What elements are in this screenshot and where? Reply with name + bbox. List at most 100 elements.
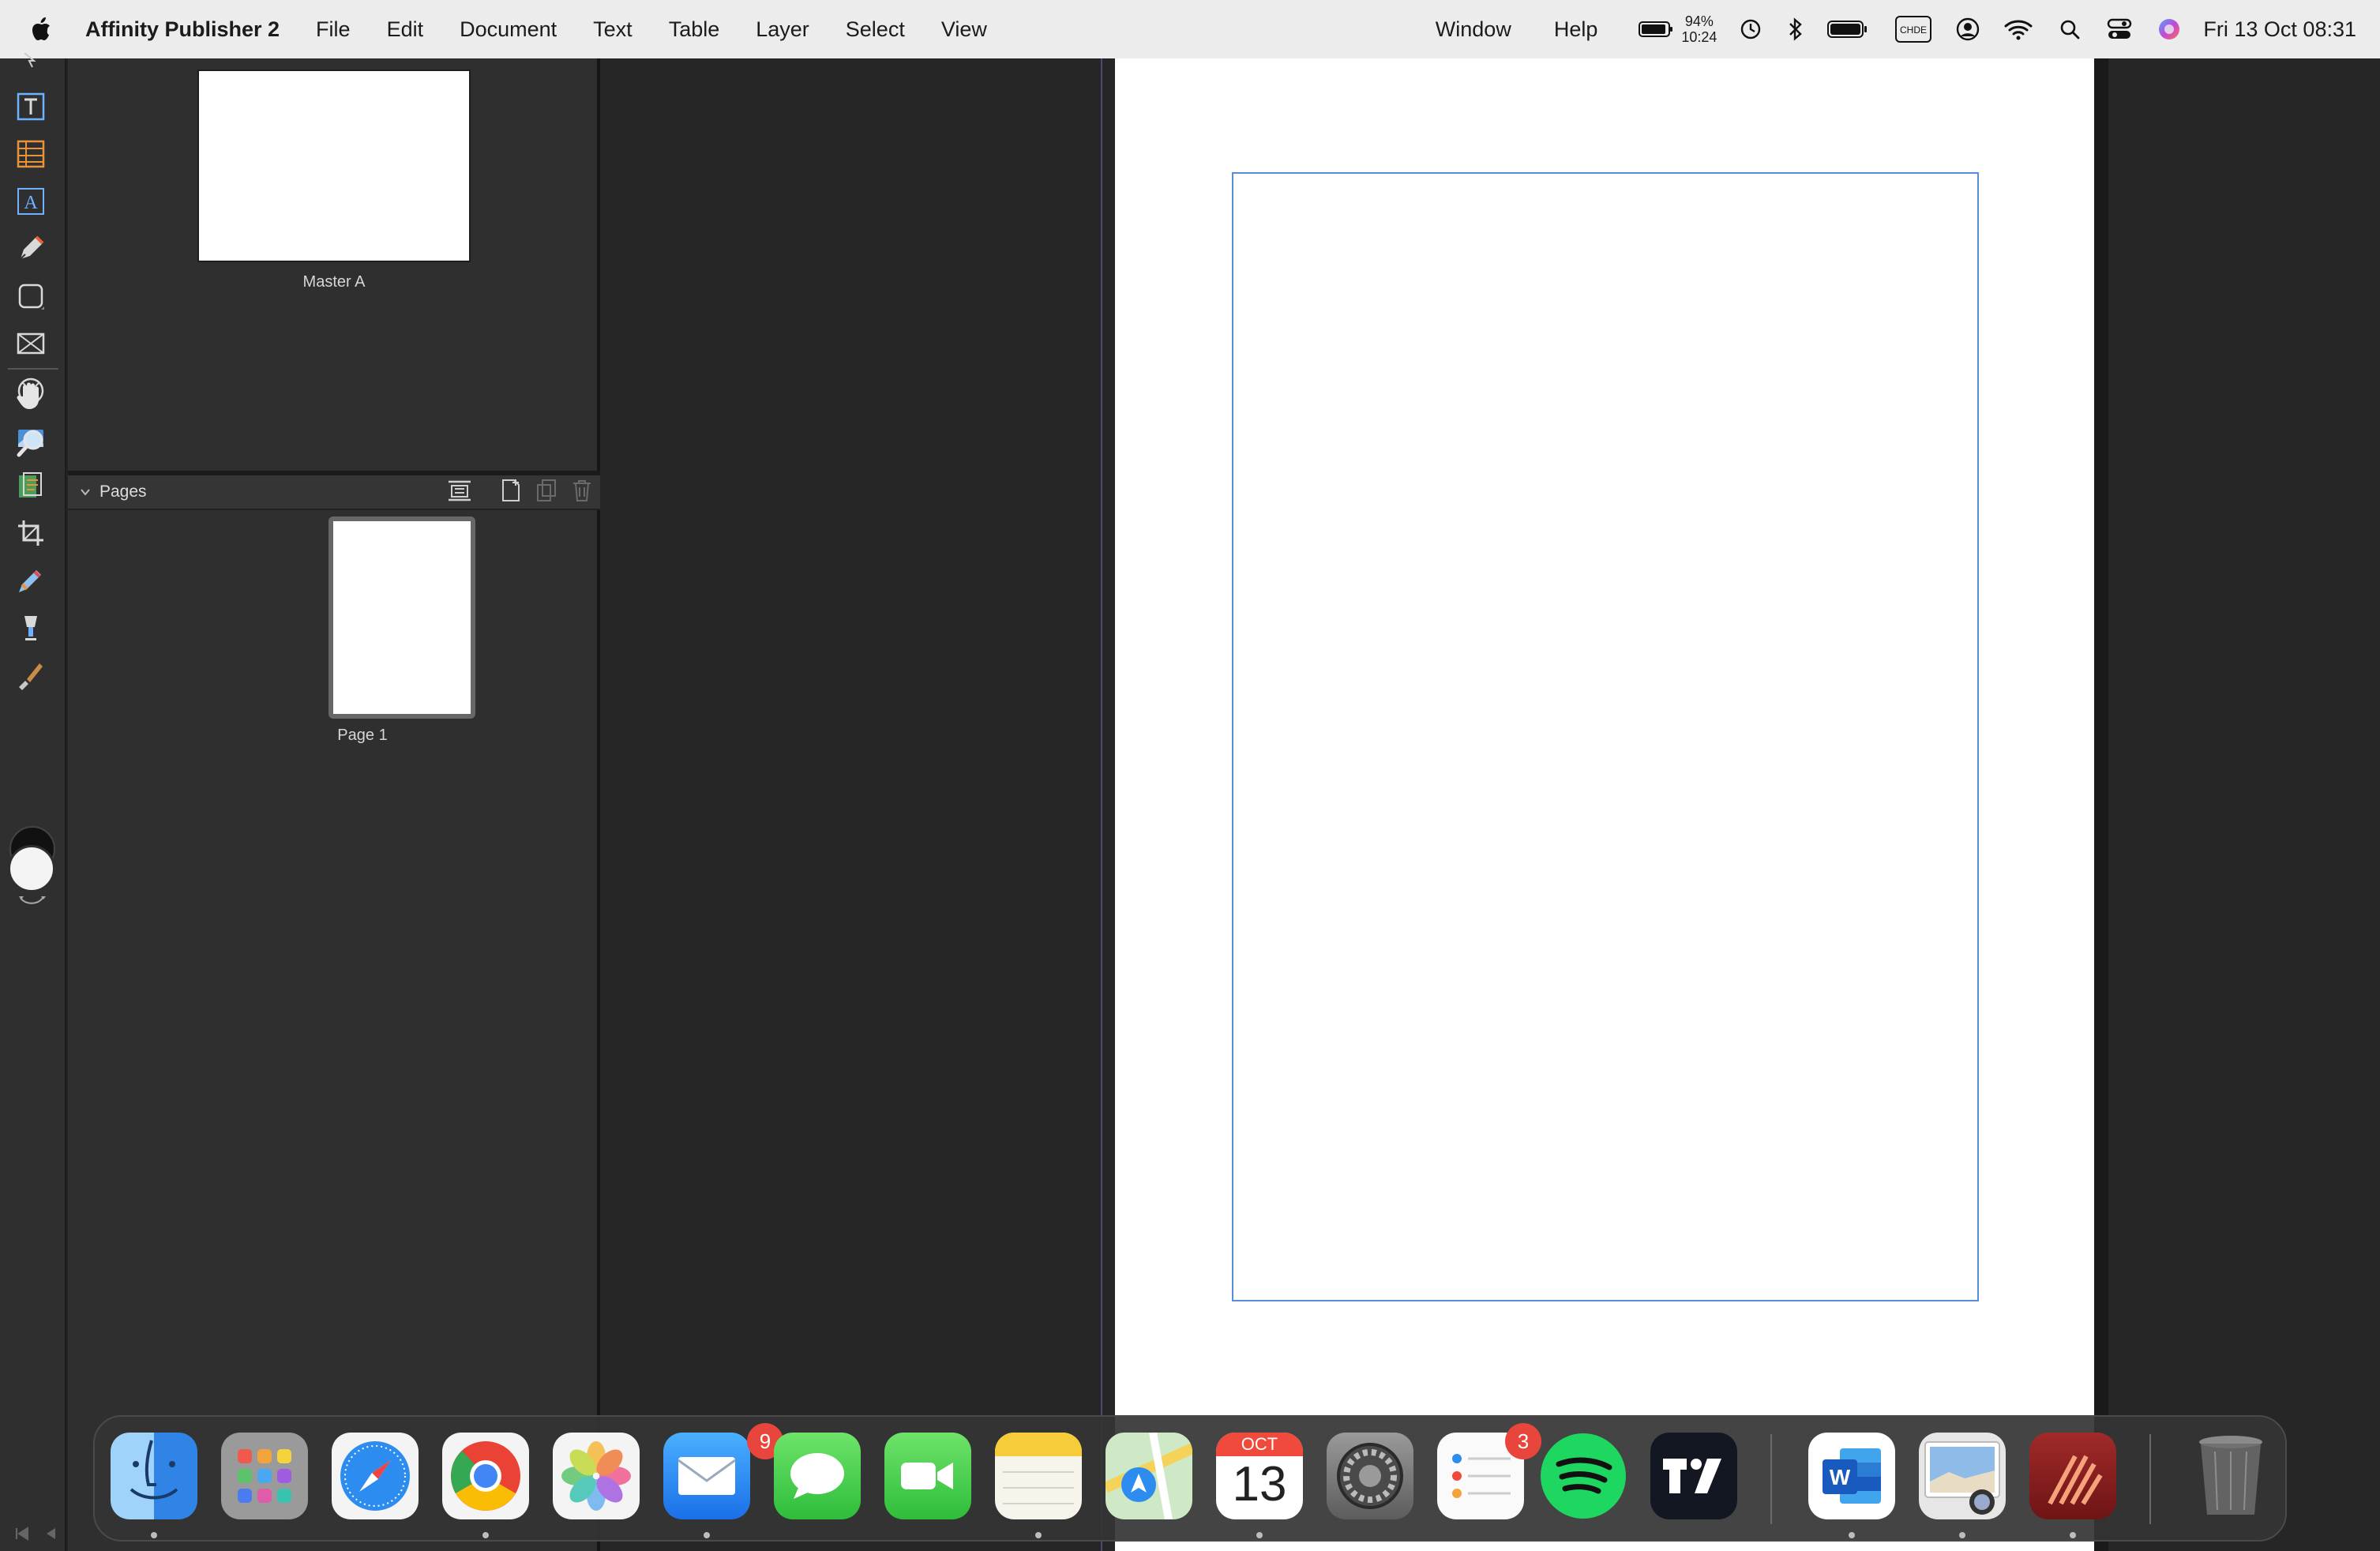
dock-safari[interactable] — [332, 1433, 419, 1519]
notes-pad-icon — [995, 1433, 1082, 1504]
document-canvas[interactable] — [600, 58, 2380, 1551]
tradingview-logo-icon — [1663, 1459, 1721, 1493]
siri-icon — [2159, 19, 2180, 39]
dock-spotify[interactable] — [1540, 1433, 1627, 1519]
menu-layer[interactable]: Layer — [756, 17, 809, 42]
battery-time: 10:24 — [1681, 29, 1717, 45]
dock-notes[interactable] — [995, 1433, 1082, 1519]
time-machine-icon — [1741, 19, 1761, 39]
control-center[interactable] — [2107, 0, 2132, 58]
artistic-text-icon: A — [17, 188, 44, 215]
brush-tool[interactable] — [14, 659, 47, 692]
menu-select[interactable]: Select — [846, 17, 905, 42]
dock-maps[interactable] — [1106, 1433, 1192, 1519]
dock-finder[interactable] — [111, 1433, 197, 1519]
menu-view[interactable]: View — [941, 17, 987, 42]
battery-icon — [1639, 21, 1673, 37]
add-page-icon — [502, 479, 520, 501]
spotlight-search[interactable] — [2059, 0, 2080, 58]
master-page-thumbnail[interactable] — [197, 69, 471, 262]
crop-tool[interactable] — [14, 516, 47, 550]
chevron-down-icon[interactable] — [79, 483, 92, 501]
page-shadow-edge — [2094, 58, 2108, 1551]
running-indicator — [1256, 1532, 1263, 1538]
crop-icon — [18, 520, 43, 546]
move-tool[interactable] — [14, 51, 47, 71]
add-page-button[interactable] — [501, 479, 521, 507]
user-status[interactable] — [1955, 0, 1980, 58]
clock-datetime[interactable]: Fri 13 Oct 08:31 — [2203, 17, 2356, 42]
finder-face-icon — [130, 1440, 178, 1500]
trash-icon — [573, 480, 591, 501]
menu-bar: Affinity Publisher 2 File Edit Document … — [0, 0, 2380, 58]
dock-trash[interactable] — [2187, 1433, 2274, 1519]
calendar-month: OCT — [1216, 1433, 1303, 1456]
frame-text-tool[interactable] — [14, 90, 47, 123]
artistic-text-tool[interactable]: A — [14, 185, 47, 218]
bluetooth-icon — [1789, 17, 1803, 41]
picture-frame-tool[interactable] — [14, 327, 47, 360]
fill-tool[interactable] — [14, 611, 47, 644]
picture-frame-icon — [17, 332, 45, 355]
pen-tool[interactable] — [14, 232, 47, 265]
menu-text[interactable]: Text — [593, 17, 633, 42]
dock-tradingview[interactable] — [1650, 1433, 1737, 1519]
dock-chrome[interactable] — [442, 1433, 529, 1519]
safari-compass-icon — [340, 1441, 410, 1511]
table-icon — [17, 140, 45, 168]
duplicate-page-button[interactable] — [535, 479, 557, 507]
dock-mail[interactable] — [663, 1433, 750, 1519]
battery-status[interactable]: 94% 10:24 — [1639, 0, 1725, 58]
previous-page-icon[interactable] — [43, 1526, 58, 1546]
table-tool[interactable] — [14, 137, 47, 171]
keyboard-layout-label: CHDE — [1900, 24, 1927, 36]
app-name-menu[interactable]: Affinity Publisher 2 — [85, 17, 280, 42]
master-page-label: Master A — [302, 273, 366, 291]
apple-menu[interactable] — [0, 0, 85, 58]
page-thumbnail[interactable] — [328, 516, 475, 719]
calendar-day: 13 — [1232, 1457, 1287, 1512]
dock-word[interactable]: W — [1808, 1433, 1895, 1519]
running-indicator — [704, 1532, 710, 1538]
document-page[interactable] — [1115, 58, 2094, 1551]
wifi-status[interactable] — [2004, 0, 2033, 58]
menu-window[interactable]: Window — [1436, 17, 1511, 42]
dock-launchpad[interactable] — [221, 1433, 308, 1519]
pixel-layer-icon — [19, 472, 42, 498]
pixel-tool[interactable] — [14, 469, 47, 502]
time-machine-status[interactable] — [1739, 0, 1762, 58]
menu-edit[interactable]: Edit — [387, 17, 424, 42]
svg-text:W: W — [1830, 1465, 1851, 1489]
dock-photos[interactable] — [553, 1433, 640, 1519]
running-indicator — [482, 1532, 489, 1538]
affinity-publisher-icon — [2048, 1455, 2103, 1505]
bluetooth-status[interactable] — [1788, 0, 1804, 58]
color-picker-tool[interactable] — [14, 564, 47, 597]
pages-section-header[interactable]: Pages — [68, 475, 600, 510]
hand-tool[interactable] — [14, 379, 47, 412]
gear-icon — [1337, 1443, 1403, 1509]
move-arrow-icon — [24, 53, 36, 68]
delete-page-button[interactable] — [572, 479, 592, 507]
dock-calendar[interactable]: OCT 13 — [1216, 1433, 1303, 1519]
menu-help[interactable]: Help — [1554, 17, 1598, 42]
dock-messages[interactable] — [774, 1433, 861, 1519]
page-layout-icon — [449, 480, 471, 501]
menu-file[interactable]: File — [316, 17, 351, 42]
battery-status-2[interactable] — [1827, 0, 1868, 58]
siri-status[interactable] — [2157, 0, 2181, 58]
dock-facetime[interactable] — [884, 1433, 971, 1519]
first-page-icon[interactable] — [14, 1526, 30, 1546]
fill-color-well[interactable] — [8, 845, 55, 892]
keyboard-input-status[interactable]: CHDE — [1895, 0, 1932, 58]
page-options-button[interactable] — [447, 479, 472, 506]
rectangle-tool[interactable] — [14, 280, 47, 313]
swap-colors-button[interactable] — [17, 896, 46, 907]
menu-table[interactable]: Table — [669, 17, 720, 42]
dock-affinity-publisher[interactable] — [2029, 1433, 2116, 1519]
menu-document[interactable]: Document — [460, 17, 557, 42]
dock-preview[interactable] — [1919, 1433, 2006, 1519]
zoom-tool[interactable] — [14, 426, 47, 460]
user-icon — [1957, 17, 1980, 41]
dock-system-settings[interactable] — [1327, 1433, 1413, 1519]
